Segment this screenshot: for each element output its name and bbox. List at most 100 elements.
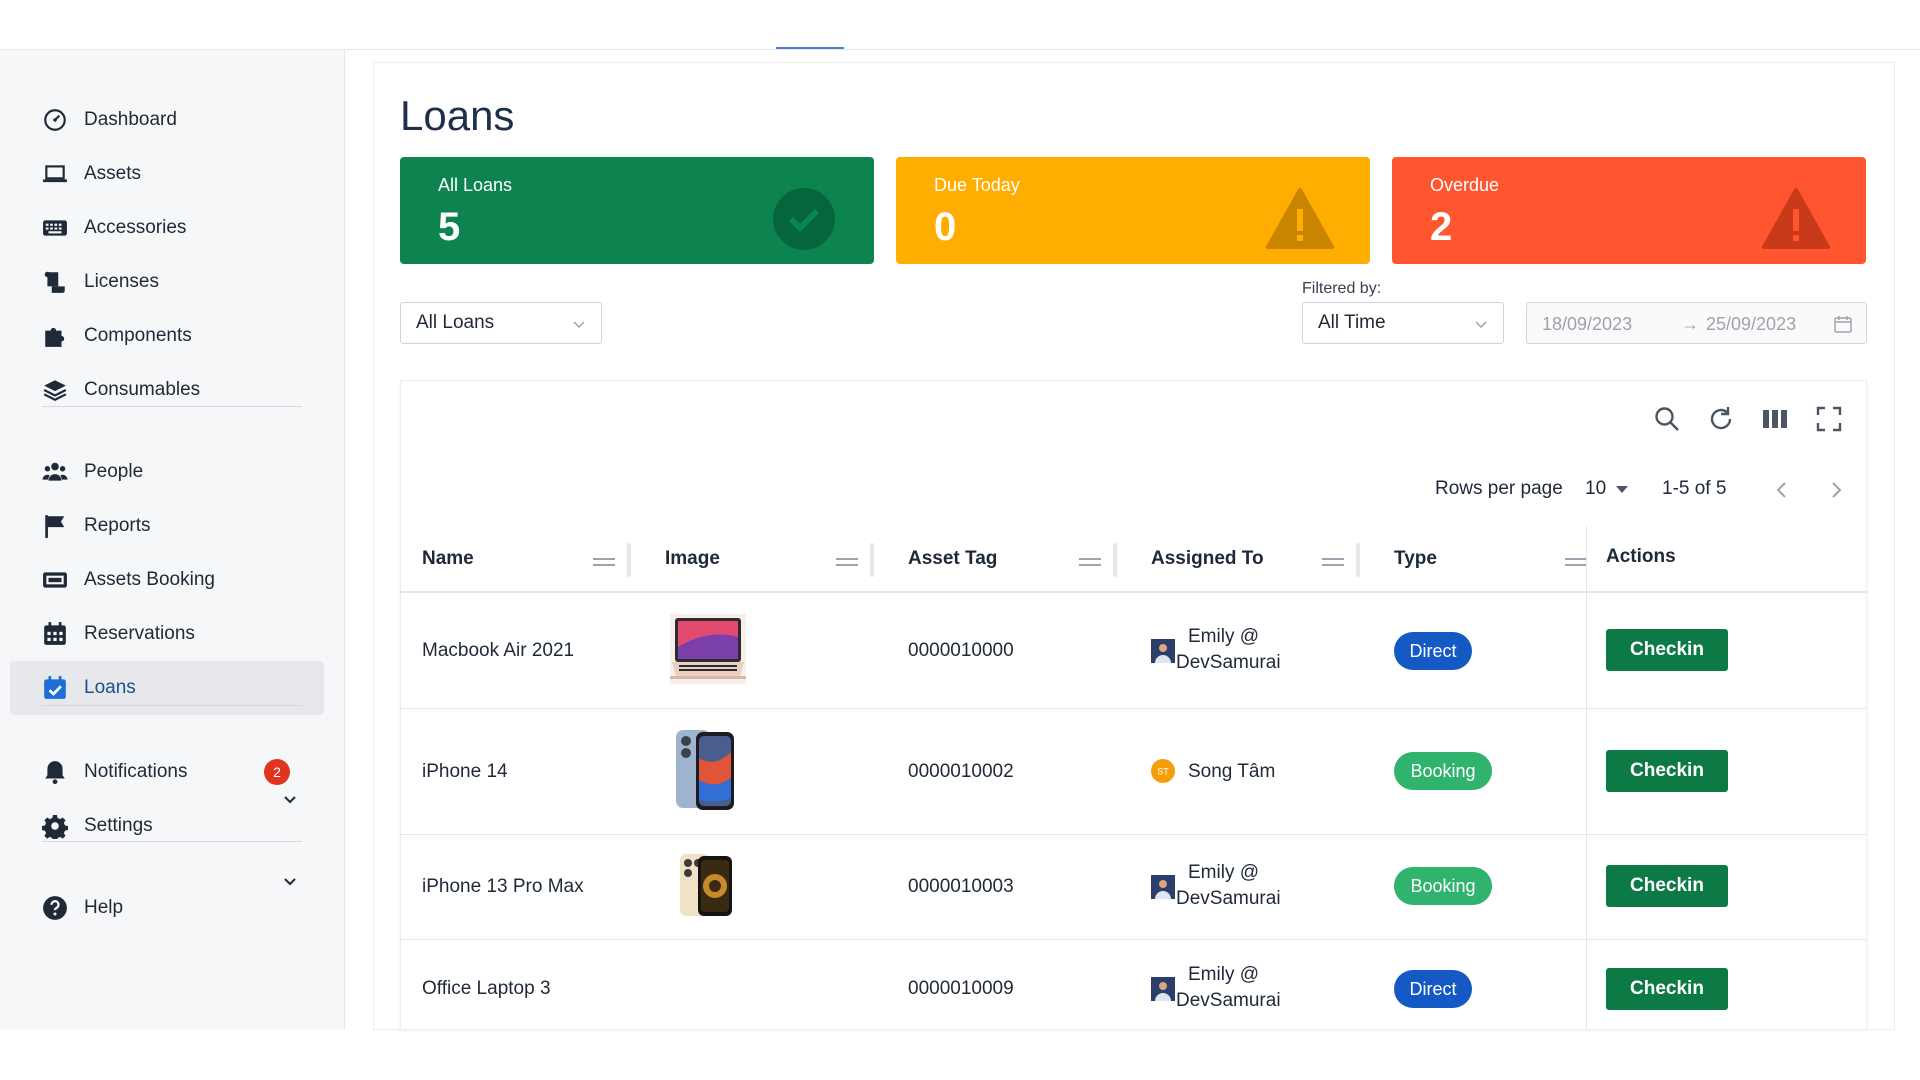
assignee-name: Emily @ bbox=[1188, 964, 1260, 985]
sidebar-item-label: Consumables bbox=[84, 379, 201, 400]
sidebar-item-assets-booking[interactable]: Assets Booking bbox=[10, 553, 324, 607]
laptop-icon bbox=[40, 159, 70, 189]
bell-icon bbox=[40, 757, 70, 787]
assignee-org: DevSamurai bbox=[1176, 652, 1281, 673]
fullscreen-icon[interactable] bbox=[1814, 404, 1844, 434]
drag-handle-icon[interactable] bbox=[593, 557, 615, 567]
drag-handle-icon[interactable] bbox=[836, 557, 858, 567]
cell-name: iPhone 14 bbox=[422, 761, 508, 782]
sidebar-item-reservations[interactable]: Reservations bbox=[10, 607, 324, 661]
type-badge: Direct bbox=[1394, 632, 1472, 670]
checkin-button[interactable]: Checkin bbox=[1606, 865, 1728, 907]
chevron-down-icon bbox=[573, 321, 585, 329]
sidebar-item-label: Settings bbox=[84, 815, 153, 836]
column-header-assigned-to[interactable]: Assigned To bbox=[1151, 548, 1264, 570]
row-divider bbox=[400, 939, 1867, 940]
stat-value: 0 bbox=[934, 205, 957, 249]
column-header-asset-tag[interactable]: Asset Tag bbox=[908, 548, 997, 570]
date-from: 18/09/2023 bbox=[1542, 314, 1633, 334]
drag-handle-icon[interactable] bbox=[1322, 557, 1344, 567]
check-circle-icon bbox=[773, 188, 835, 250]
sidebar-item-components[interactable]: Components bbox=[10, 309, 324, 363]
puzzle-icon bbox=[40, 321, 70, 351]
drag-handle-icon[interactable] bbox=[1565, 557, 1587, 567]
cell-asset-tag: 0000010000 bbox=[908, 640, 1014, 661]
avatar: ST bbox=[1151, 759, 1175, 783]
page-title: Loans bbox=[400, 92, 515, 139]
sidebar-item-people[interactable]: People bbox=[10, 445, 324, 499]
column-resizer[interactable] bbox=[870, 543, 874, 577]
notifications-count-badge: 2 bbox=[264, 759, 290, 785]
sidebar-item-label: Components bbox=[84, 325, 192, 346]
sidebar-item-consumables[interactable]: Consumables bbox=[10, 363, 324, 417]
sidebar-divider bbox=[42, 406, 302, 407]
type-badge: Booking bbox=[1394, 867, 1492, 905]
drag-handle-icon[interactable] bbox=[1079, 557, 1101, 567]
filtered-by-label: Filtered by: bbox=[1302, 280, 1382, 297]
search-icon[interactable] bbox=[1652, 404, 1682, 434]
column-header-type[interactable]: Type bbox=[1394, 548, 1437, 570]
time-filter-select[interactable]: All Time bbox=[1302, 302, 1504, 344]
cell-asset-tag: 0000010009 bbox=[908, 978, 1014, 999]
next-page-icon[interactable] bbox=[1824, 478, 1848, 502]
keyboard-icon bbox=[40, 213, 70, 243]
sidebar-item-loans[interactable]: Loans bbox=[10, 661, 324, 715]
caret-down-icon[interactable] bbox=[1615, 485, 1629, 495]
prev-page-icon[interactable] bbox=[1770, 478, 1794, 502]
stat-card-overdue[interactable]: Overdue 2 bbox=[1392, 157, 1866, 264]
date-to: 25/09/2023 bbox=[1706, 314, 1797, 334]
sidebar-item-label: Assets Booking bbox=[84, 569, 215, 590]
calendar-check-icon bbox=[40, 673, 70, 703]
top-bar bbox=[0, 0, 1920, 50]
sidebar-item-reports[interactable]: Reports bbox=[10, 499, 324, 553]
cell-asset-tag: 0000010002 bbox=[908, 761, 1014, 782]
column-resizer[interactable] bbox=[1113, 543, 1117, 577]
warning-icon bbox=[1266, 188, 1334, 249]
gear-icon bbox=[40, 811, 70, 841]
sidebar-item-assets[interactable]: Assets bbox=[10, 147, 324, 201]
sidebar-item-help[interactable]: Help bbox=[10, 881, 324, 935]
sidebar-item-licenses[interactable]: Licenses bbox=[10, 255, 324, 309]
license-icon bbox=[40, 267, 70, 297]
macbook-thumbnail bbox=[670, 614, 746, 684]
table-header-divider bbox=[400, 591, 1867, 593]
stat-card-due-today[interactable]: Due Today 0 bbox=[896, 157, 1370, 264]
date-range-picker[interactable]: 18/09/2023 → 25/09/2023 bbox=[1526, 302, 1867, 344]
avatar bbox=[1151, 977, 1175, 1001]
help-icon bbox=[40, 893, 70, 923]
checkin-button[interactable]: Checkin bbox=[1606, 968, 1728, 1010]
pagination-range: 1-5 of 5 bbox=[1662, 478, 1727, 499]
sidebar: Dashboard Assets Accessories Licenses Co… bbox=[0, 50, 345, 1030]
iphone-pro-thumbnail bbox=[680, 854, 732, 916]
loan-type-select[interactable]: All Loans bbox=[400, 302, 602, 344]
cell-name: Office Laptop 3 bbox=[422, 978, 551, 999]
sidebar-item-accessories[interactable]: Accessories bbox=[10, 201, 324, 255]
chevron-down-icon bbox=[1475, 321, 1487, 329]
warning-icon bbox=[1762, 188, 1830, 249]
row-divider bbox=[400, 834, 1867, 835]
svg-text:ST: ST bbox=[1157, 767, 1169, 777]
stat-card-all-loans[interactable]: All Loans 5 bbox=[400, 157, 874, 264]
column-resizer[interactable] bbox=[1356, 543, 1360, 577]
top-tab-indicator bbox=[776, 47, 844, 49]
calendar-icon bbox=[1834, 316, 1852, 333]
refresh-icon[interactable] bbox=[1706, 404, 1736, 434]
type-badge: Booking bbox=[1394, 752, 1492, 790]
rows-per-page-select[interactable]: 10 bbox=[1585, 478, 1606, 500]
sidebar-item-label: Licenses bbox=[84, 271, 159, 292]
sidebar-item-settings[interactable]: Settings bbox=[10, 799, 324, 853]
people-icon bbox=[40, 457, 70, 487]
sidebar-item-dashboard[interactable]: Dashboard bbox=[10, 93, 324, 147]
columns-icon[interactable] bbox=[1760, 404, 1790, 434]
sidebar-item-label: People bbox=[84, 461, 144, 482]
checkin-button[interactable]: Checkin bbox=[1606, 629, 1728, 671]
layers-icon bbox=[40, 375, 70, 405]
settings-chevron-down-icon[interactable] bbox=[280, 790, 300, 810]
help-chevron-down-icon[interactable] bbox=[280, 872, 300, 892]
checkin-button[interactable]: Checkin bbox=[1606, 750, 1728, 792]
column-header-name[interactable]: Name bbox=[422, 548, 474, 570]
column-resizer[interactable] bbox=[627, 543, 631, 577]
column-header-image[interactable]: Image bbox=[665, 548, 720, 570]
assignee-org: DevSamurai bbox=[1176, 888, 1281, 909]
sidebar-item-label: Help bbox=[84, 897, 124, 918]
